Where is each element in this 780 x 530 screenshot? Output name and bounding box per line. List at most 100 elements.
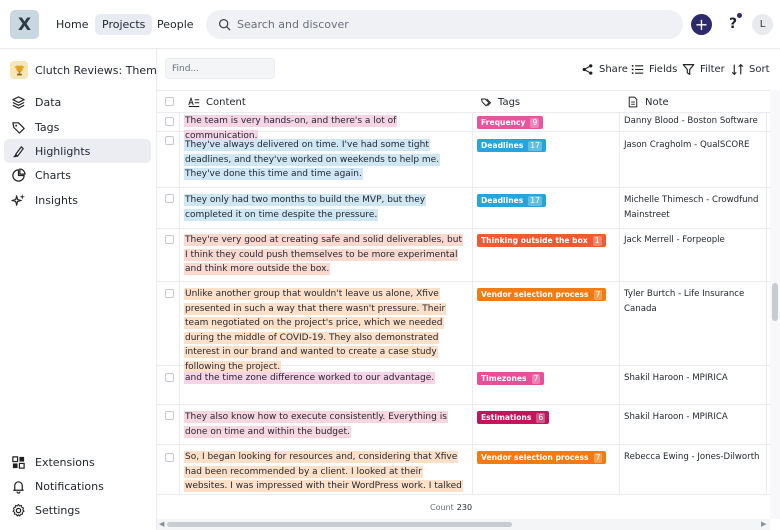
tag-chip[interactable]: Deadlines 17: [477, 139, 546, 152]
count-value: 230: [456, 503, 473, 512]
tag-label: Vendor selection process: [481, 290, 589, 299]
table-toolbar: Share Fields Filter Sort: [157, 49, 780, 90]
sidebar-item-label: Tags: [35, 120, 60, 134]
tag-label: Frequency: [481, 118, 526, 127]
nav-people[interactable]: People: [150, 14, 201, 35]
sort-icon: [731, 63, 744, 75]
table-row[interactable]: They only had two months to build the MV…: [157, 188, 770, 229]
note-cell[interactable]: Jack Merrell - Forpeople: [624, 233, 764, 248]
find-input[interactable]: [165, 58, 275, 79]
select-all-checkbox[interactable]: [165, 97, 174, 106]
sidebar-item-insights[interactable]: Insights: [4, 188, 151, 212]
sidebar-item-charts[interactable]: Charts: [4, 163, 151, 187]
row-checkbox[interactable]: [165, 136, 174, 145]
bell-icon: [13, 480, 24, 494]
tag-chip[interactable]: Frequency 9: [477, 116, 544, 129]
search-input[interactable]: [237, 18, 657, 31]
sidebar-item-label: Insights: [35, 193, 79, 207]
note-cell[interactable]: Danny Blood - Boston Software: [624, 114, 764, 129]
vertical-scrollbar[interactable]: [770, 90, 780, 519]
tag-chip[interactable]: Estimations 6: [477, 411, 550, 424]
horizontal-scrollbar[interactable]: ◀ ▶: [157, 519, 770, 530]
sidebar-item-notifications[interactable]: Notifications: [4, 474, 151, 498]
column-header-tags[interactable]: Tags: [480, 91, 520, 113]
content-cell[interactable]: and the time zone difference worked to o…: [184, 371, 466, 386]
tag-chip[interactable]: Vendor selection process 7: [477, 451, 607, 464]
sidebar-item-label: Notifications: [35, 479, 104, 493]
sidebar-item-extensions[interactable]: Extensions: [4, 450, 151, 474]
tag-label: Deadlines: [481, 141, 524, 150]
row-checkbox[interactable]: [165, 117, 174, 126]
row-checkbox[interactable]: [165, 453, 174, 462]
content-cell[interactable]: They also know how to execute consistent…: [184, 410, 466, 439]
table-row[interactable]: They also know how to execute consistent…: [157, 405, 770, 445]
table-row[interactable]: They're very good at creating safe and s…: [157, 229, 770, 282]
table-row[interactable]: Unlike another group that wouldn't leave…: [157, 282, 770, 373]
row-checkbox[interactable]: [165, 289, 174, 298]
nav-projects[interactable]: Projects: [95, 14, 153, 35]
sidebar-item-data[interactable]: Data: [4, 90, 151, 114]
note-cell[interactable]: Shakil Haroon - MPIRICA: [624, 371, 764, 386]
row-checkbox[interactable]: [165, 194, 174, 203]
global-search[interactable]: [206, 10, 683, 39]
tag-count: 7: [593, 452, 603, 463]
sidebar-item-highlights[interactable]: Highlights: [4, 139, 151, 163]
content-cell[interactable]: So, I began looking for resources and, c…: [184, 450, 466, 494]
table-header: Content Tags Note: [157, 90, 770, 113]
column-header-content[interactable]: Content: [188, 91, 246, 113]
sidebar-item-tags[interactable]: Tags: [4, 115, 151, 139]
content-cell[interactable]: They've always delivered on time. I've h…: [184, 138, 466, 182]
sidebar-item-label: Extensions: [35, 455, 95, 469]
tag-chip[interactable]: Vendor selection process 7: [477, 288, 607, 301]
create-button[interactable]: +: [691, 14, 712, 35]
tag-count: 1: [592, 235, 602, 246]
vertical-scroll-thumb[interactable]: [772, 283, 778, 321]
table-row[interactable]: So, I began looking for resources and, c…: [157, 445, 770, 494]
note-cell[interactable]: Shakil Haroon - MPIRICA: [624, 410, 764, 425]
filter-button[interactable]: Filter: [682, 61, 725, 77]
content-cell[interactable]: They're very good at creating safe and s…: [184, 233, 466, 277]
tag-label: Deadlines: [481, 196, 524, 205]
row-checkbox[interactable]: [165, 373, 174, 382]
sort-button[interactable]: Sort: [731, 61, 770, 77]
highlight-text: Unlike another group that wouldn't leave…: [184, 288, 447, 373]
highlight-text: They're very good at creating safe and s…: [184, 234, 463, 276]
note-cell[interactable]: Tyler Burtch - Life Insurance Canada: [624, 287, 764, 316]
tag-count: 17: [528, 195, 542, 206]
trophy-icon: [10, 61, 28, 79]
tag-chip[interactable]: Timezones 7: [477, 372, 545, 385]
share-button[interactable]: Share: [581, 61, 628, 77]
app-logo[interactable]: X: [10, 10, 39, 39]
fields-button[interactable]: Fields: [631, 61, 677, 77]
table-row[interactable]: and the time zone difference worked to o…: [157, 366, 770, 405]
document-icon: [628, 96, 638, 108]
tags-icon: [481, 98, 492, 107]
project-header[interactable]: Clutch Reviews: Thema...: [10, 61, 174, 79]
table-row[interactable]: The team is very hands-on, and there's a…: [157, 113, 770, 142]
highlight-text: So, I began looking for resources and, c…: [184, 451, 463, 494]
highlight-text: They've always delivered on time. I've h…: [184, 139, 441, 181]
content-cell[interactable]: Unlike another group that wouldn't leave…: [184, 287, 466, 375]
list-icon: [631, 64, 644, 74]
tag-chip[interactable]: Thinking outside the box 1: [477, 234, 606, 247]
note-cell[interactable]: Jason Cragholm - QualSCORE: [624, 138, 764, 153]
puzzle-icon: [12, 455, 25, 469]
sidebar-item-settings[interactable]: Settings: [4, 498, 151, 522]
scroll-right-icon[interactable]: ▶: [761, 519, 766, 530]
nav-home[interactable]: Home: [49, 14, 95, 35]
content-cell[interactable]: They only had two months to build the MV…: [184, 193, 466, 222]
tag-label: Timezones: [481, 374, 527, 383]
row-checkbox[interactable]: [165, 235, 174, 244]
tag-count: 7: [593, 289, 603, 300]
share-label: Share: [599, 63, 628, 75]
column-header-note[interactable]: Note: [627, 91, 669, 113]
note-cell[interactable]: Michelle Thimesch - Crowdfund Mainstreet: [624, 193, 764, 222]
record-count: Count 230: [430, 503, 472, 512]
note-cell[interactable]: Rebecca Ewing - Jones-Dilworth: [624, 450, 764, 465]
scroll-left-icon[interactable]: ◀: [159, 519, 164, 530]
horizontal-scroll-thumb[interactable]: [167, 522, 512, 527]
row-checkbox[interactable]: [165, 411, 174, 420]
tag-chip[interactable]: Deadlines 17: [477, 194, 546, 207]
table-row[interactable]: They've always delivered on time. I've h…: [157, 132, 770, 188]
user-avatar[interactable]: L: [752, 14, 773, 35]
